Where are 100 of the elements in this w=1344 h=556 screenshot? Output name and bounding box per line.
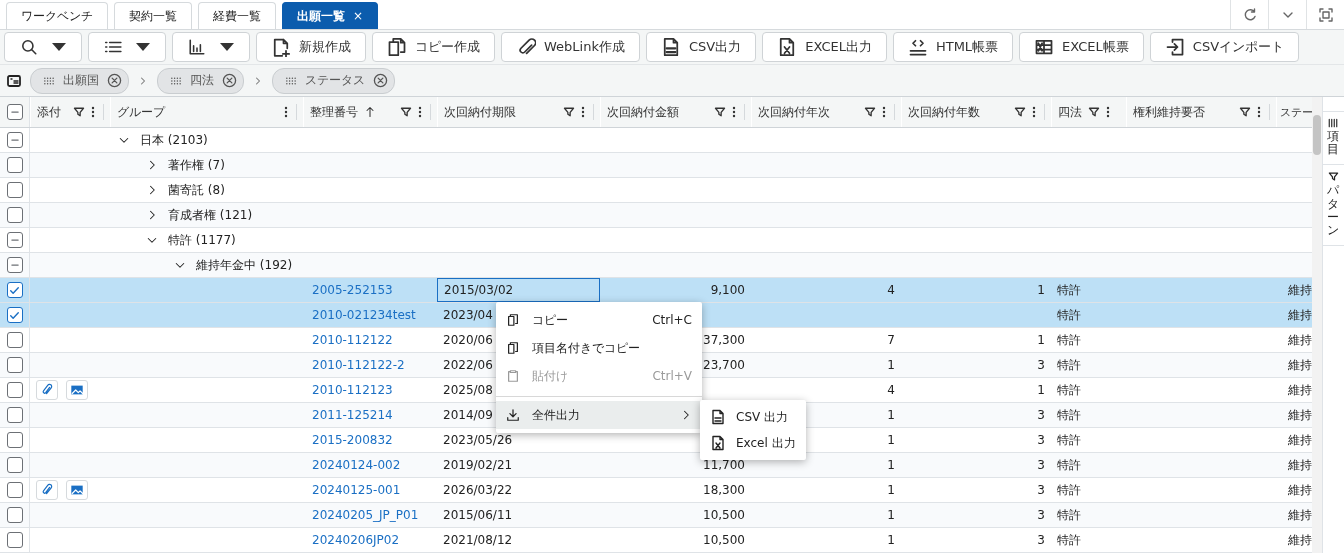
group-chip[interactable]: 出願国 <box>30 67 129 94</box>
table-cell: 7 <box>887 333 895 347</box>
checkbox[interactable] <box>6 282 23 298</box>
group-label[interactable]: 著作権 (7) <box>168 156 225 174</box>
menu-item[interactable]: 全件出力 <box>496 401 702 429</box>
toolbar-button[interactable]: HTML帳票 <box>892 32 1014 62</box>
checkbox[interactable] <box>6 382 23 398</box>
group-label[interactable]: 特許 (1177) <box>168 231 236 249</box>
more-icon <box>284 106 288 118</box>
checkbox[interactable] <box>6 257 23 273</box>
column-header[interactable]: 次回納付年次 <box>758 103 830 121</box>
table-cell: 3 <box>1037 408 1045 422</box>
checkbox[interactable] <box>6 104 23 120</box>
checkbox[interactable] <box>6 307 23 323</box>
filter-icon <box>1239 106 1251 118</box>
group-label[interactable]: 育成者権 (121) <box>168 206 253 224</box>
record-number-link[interactable]: 2010-021234test <box>303 303 437 327</box>
column-header[interactable]: 次回納付年数 <box>908 103 980 121</box>
table-cell: 2014/09 <box>443 408 493 422</box>
table-cell: 3 <box>1037 433 1045 447</box>
copy-icon <box>506 313 520 327</box>
record-number-link[interactable]: 2010-112122-2 <box>303 353 437 377</box>
record-number-link[interactable]: 2011-125214 <box>303 403 437 427</box>
toolbar-button[interactable]: CSV出力 <box>645 32 757 62</box>
dropdown-button[interactable] <box>172 32 250 62</box>
record-number-link[interactable]: 2005-252153 <box>303 278 437 302</box>
column-header[interactable]: グループ <box>117 103 165 121</box>
menu-item[interactable]: 項目名付きでコピー <box>496 334 702 362</box>
attachment-button[interactable] <box>36 480 58 500</box>
record-number-link[interactable]: 20240205_JP_P01 <box>303 503 437 527</box>
toolbar-button[interactable]: 新規作成 <box>256 32 366 62</box>
group-chip[interactable]: ステータス <box>272 67 395 94</box>
table-cell: 特許 <box>1057 531 1081 549</box>
image-button[interactable] <box>66 480 88 500</box>
checkbox[interactable] <box>6 332 23 348</box>
table-cell: 維持 <box>1288 356 1312 374</box>
table-cell: 維持 <box>1288 406 1312 424</box>
dropdown-button[interactable] <box>88 32 166 62</box>
drag-handle-icon <box>170 75 182 86</box>
group-label[interactable]: 日本 (2103) <box>140 131 208 149</box>
menu-item[interactable]: コピー Ctrl+C <box>496 306 702 334</box>
record-number-link[interactable]: 20240125-001 <box>303 478 437 502</box>
chip-label: 四法 <box>190 72 214 89</box>
column-header[interactable]: 四法 <box>1058 103 1082 121</box>
group-chip[interactable]: 四法 <box>157 67 244 94</box>
close-icon[interactable]: × <box>353 9 364 23</box>
checkbox[interactable] <box>6 182 23 198</box>
record-number-link[interactable]: 20240124-002 <box>303 453 437 477</box>
tab[interactable]: 経費一覧 <box>198 2 276 29</box>
dropdown-button[interactable] <box>4 32 82 62</box>
attachment-button[interactable] <box>36 380 58 400</box>
group-label[interactable]: 菌寄託 (8) <box>168 181 225 199</box>
record-number-link[interactable]: 2010-112122 <box>303 328 437 352</box>
column-header[interactable]: 次回納付金額 <box>607 103 679 121</box>
tab[interactable]: ワークベンチ <box>6 2 108 29</box>
menu-item[interactable]: Excel 出力 <box>700 430 806 456</box>
toolbar-button[interactable]: コピー作成 <box>372 32 495 62</box>
table-cell: 2015/03/02 <box>444 283 514 297</box>
filter-icon <box>563 106 575 118</box>
filter-icon <box>1327 171 1339 183</box>
record-number-link[interactable]: 2015-200832 <box>303 428 437 452</box>
image-button[interactable] <box>66 380 88 400</box>
filter-icon <box>400 106 412 118</box>
checkbox[interactable] <box>6 432 23 448</box>
record-number-link[interactable]: 2010-112123 <box>303 378 437 402</box>
tab[interactable]: 出願一覧 × <box>282 2 379 29</box>
toolbar-button[interactable]: EXCEL出力 <box>762 32 887 62</box>
table-cell: 維持 <box>1288 381 1312 399</box>
table-cell: 2026/03/22 <box>443 483 513 497</box>
side-tab[interactable]: 項目 <box>1322 111 1344 166</box>
table-cell: 1 <box>887 508 895 522</box>
menu-item[interactable]: CSV 出力 <box>700 404 806 430</box>
column-header[interactable]: 権利維持要否 <box>1133 103 1205 121</box>
checkbox[interactable] <box>6 157 23 173</box>
table-cell: 2019/02/21 <box>443 458 513 472</box>
tab[interactable]: 契約一覧 <box>114 2 192 29</box>
copy-icon <box>387 37 407 57</box>
checkbox[interactable] <box>6 357 23 373</box>
checkbox[interactable] <box>6 457 23 473</box>
column-header[interactable]: 整理番号 <box>310 103 358 121</box>
column-header[interactable]: 添付 <box>37 103 61 121</box>
checkbox[interactable] <box>6 232 23 248</box>
scrollbar[interactable] <box>1312 97 1322 553</box>
filter-icon <box>73 106 85 118</box>
checkbox[interactable] <box>6 532 23 548</box>
clipboard-icon <box>506 369 520 383</box>
toolbar-button[interactable]: EXCEL帳票 <box>1019 32 1144 62</box>
checkbox[interactable] <box>6 482 23 498</box>
column-header[interactable]: 次回納付期限 <box>444 103 516 121</box>
more-icon <box>732 106 736 118</box>
record-number-link[interactable]: 20240206JP02 <box>303 528 437 552</box>
group-label[interactable]: 維持年金中 (192) <box>196 256 293 274</box>
toolbar-button[interactable]: WebLink作成 <box>501 32 640 62</box>
toolbar-button[interactable]: CSVインポート <box>1149 32 1300 62</box>
checkbox[interactable] <box>6 207 23 223</box>
paperclip-icon <box>516 37 536 57</box>
checkbox[interactable] <box>6 407 23 423</box>
checkbox[interactable] <box>6 132 23 148</box>
column-header[interactable]: ステー <box>1280 104 1312 120</box>
checkbox[interactable] <box>6 507 23 523</box>
